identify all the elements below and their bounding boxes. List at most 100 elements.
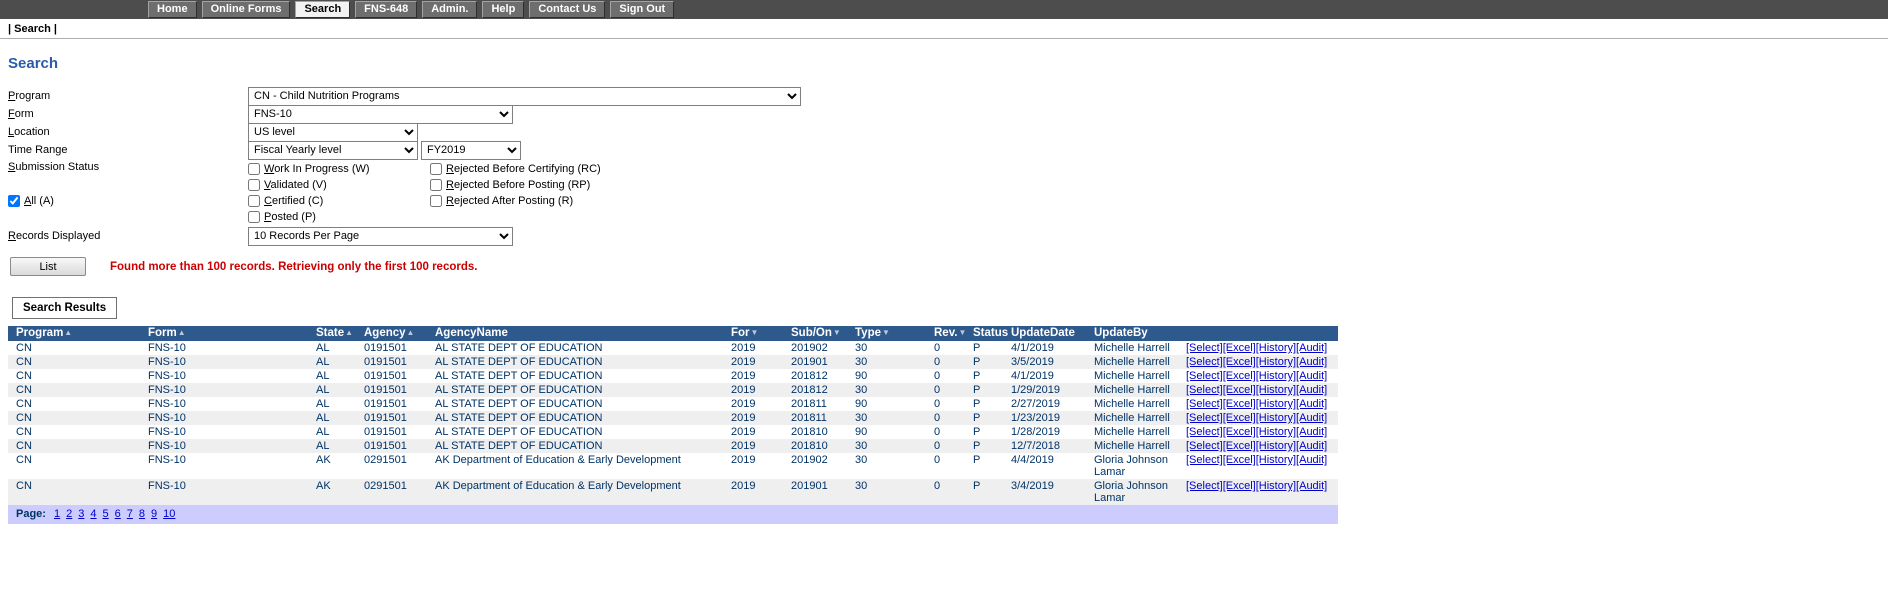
column-header-state[interactable]: State▲ — [308, 326, 356, 341]
audit-link[interactable]: [Audit] — [1296, 440, 1327, 452]
excel-link[interactable]: [Excel] — [1223, 480, 1256, 492]
nav-tab-home[interactable]: Home — [148, 1, 197, 18]
cell-status: P — [965, 383, 1003, 397]
status-checkbox-rejected-before-posting-rp[interactable] — [430, 179, 442, 191]
nav-tab-online-forms[interactable]: Online Forms — [202, 1, 291, 18]
status-checkbox-rejected-before-certifying-rc[interactable] — [430, 163, 442, 175]
excel-link[interactable]: [Excel] — [1223, 342, 1256, 354]
history-link[interactable]: [History] — [1256, 426, 1296, 438]
page-link-1[interactable]: 1 — [54, 508, 60, 520]
audit-link[interactable]: [Audit] — [1296, 384, 1327, 396]
nav-tab-contact-us[interactable]: Contact Us — [529, 1, 605, 18]
excel-link[interactable]: [Excel] — [1223, 454, 1256, 466]
column-header-for[interactable]: For▼ — [723, 326, 783, 341]
cell-program: CN — [8, 453, 140, 479]
select-link[interactable]: [Select] — [1186, 356, 1223, 368]
page-link-10[interactable]: 10 — [163, 508, 175, 520]
status-checkbox-posted-p[interactable] — [248, 211, 260, 223]
page-link-7[interactable]: 7 — [127, 508, 133, 520]
cell-agency-name: AL STATE DEPT OF EDUCATION — [427, 439, 723, 453]
column-header-program[interactable]: Program▲ — [8, 326, 140, 341]
cell-rev: 0 — [926, 383, 965, 397]
excel-link[interactable]: [Excel] — [1223, 440, 1256, 452]
location-select[interactable]: US level — [248, 123, 418, 142]
column-header-status[interactable]: Status — [965, 326, 1003, 341]
history-link[interactable]: [History] — [1256, 356, 1296, 368]
page-link-4[interactable]: 4 — [90, 508, 96, 520]
column-header-label: Rev. — [934, 327, 957, 339]
cell-actions: [Select][Excel][History][Audit] — [1178, 383, 1338, 397]
page-link-5[interactable]: 5 — [103, 508, 109, 520]
select-link[interactable]: [Select] — [1186, 342, 1223, 354]
history-link[interactable]: [History] — [1256, 412, 1296, 424]
select-link[interactable]: [Select] — [1186, 398, 1223, 410]
cell-status: P — [965, 425, 1003, 439]
select-link[interactable]: [Select] — [1186, 370, 1223, 382]
page-link-2[interactable]: 2 — [66, 508, 72, 520]
excel-link[interactable]: [Excel] — [1223, 398, 1256, 410]
records-displayed-select[interactable]: 10 Records Per Page — [248, 227, 513, 246]
status-checkbox-validated-v[interactable] — [248, 179, 260, 191]
select-link[interactable]: [Select] — [1186, 412, 1223, 424]
audit-link[interactable]: [Audit] — [1296, 426, 1327, 438]
excel-link[interactable]: [Excel] — [1223, 412, 1256, 424]
history-link[interactable]: [History] — [1256, 342, 1296, 354]
history-link[interactable]: [History] — [1256, 370, 1296, 382]
page-link-6[interactable]: 6 — [115, 508, 121, 520]
tab-search-results[interactable]: Search Results — [12, 297, 117, 319]
page-link-8[interactable]: 8 — [139, 508, 145, 520]
nav-tab-fns-648[interactable]: FNS-648 — [355, 1, 417, 18]
cell-agency: 0191501 — [356, 369, 427, 383]
cell-actions: [Select][Excel][History][Audit] — [1178, 397, 1338, 411]
excel-link[interactable]: [Excel] — [1223, 356, 1256, 368]
sort-asc-icon: ▲ — [345, 328, 353, 337]
location-label: Location — [8, 126, 50, 138]
nav-tab-admin[interactable]: Admin. — [422, 1, 477, 18]
excel-link[interactable]: [Excel] — [1223, 426, 1256, 438]
column-header-updateby[interactable]: UpdateBy — [1086, 326, 1178, 341]
history-link[interactable]: [History] — [1256, 398, 1296, 410]
status-checkbox-rejected-after-posting-r[interactable] — [430, 195, 442, 207]
status-checkbox-work-in-progress-w[interactable] — [248, 163, 260, 175]
history-link[interactable]: [History] — [1256, 440, 1296, 452]
history-link[interactable]: [History] — [1256, 480, 1296, 492]
page-link-9[interactable]: 9 — [151, 508, 157, 520]
audit-link[interactable]: [Audit] — [1296, 480, 1327, 492]
time-range-year-select[interactable]: FY2019 — [421, 141, 521, 160]
column-header-agency[interactable]: Agency▲ — [356, 326, 427, 341]
select-link[interactable]: [Select] — [1186, 480, 1223, 492]
select-link[interactable]: [Select] — [1186, 426, 1223, 438]
nav-tab-help[interactable]: Help — [482, 1, 524, 18]
column-header-rev[interactable]: Rev.▼ — [926, 326, 965, 341]
time-range-level-select[interactable]: Fiscal Yearly level — [248, 141, 418, 160]
nav-tab-sign-out[interactable]: Sign Out — [610, 1, 674, 18]
cell-update-by: Michelle Harrell — [1086, 369, 1178, 383]
nav-tab-search[interactable]: Search — [295, 1, 350, 18]
history-link[interactable]: [History] — [1256, 384, 1296, 396]
nav-bar: Home Online FormsSearch FNS-648 Admin. Help C… — [0, 0, 1888, 19]
audit-link[interactable]: [Audit] — [1296, 454, 1327, 466]
page-link-3[interactable]: 3 — [78, 508, 84, 520]
excel-link[interactable]: [Excel] — [1223, 370, 1256, 382]
status-checkbox-certified-c[interactable] — [248, 195, 260, 207]
audit-link[interactable]: [Audit] — [1296, 412, 1327, 424]
history-link[interactable]: [History] — [1256, 454, 1296, 466]
list-button[interactable]: List — [10, 257, 86, 276]
cell-for: 2019 — [723, 453, 783, 479]
form-select[interactable]: FNS-10 — [248, 105, 513, 124]
column-header-form[interactable]: Form▲ — [140, 326, 308, 341]
audit-link[interactable]: [Audit] — [1296, 342, 1327, 354]
column-header-agencyname[interactable]: AgencyName — [427, 326, 723, 341]
audit-link[interactable]: [Audit] — [1296, 398, 1327, 410]
column-header-sub-on[interactable]: Sub/On▼ — [783, 326, 847, 341]
select-link[interactable]: [Select] — [1186, 454, 1223, 466]
select-link[interactable]: [Select] — [1186, 384, 1223, 396]
all-checkbox[interactable] — [8, 195, 20, 207]
audit-link[interactable]: [Audit] — [1296, 356, 1327, 368]
column-header-type[interactable]: Type▼ — [847, 326, 926, 341]
audit-link[interactable]: [Audit] — [1296, 370, 1327, 382]
column-header-updatedate[interactable]: UpdateDate — [1003, 326, 1086, 341]
program-select[interactable]: CN - Child Nutrition Programs — [248, 87, 801, 106]
select-link[interactable]: [Select] — [1186, 440, 1223, 452]
excel-link[interactable]: [Excel] — [1223, 384, 1256, 396]
